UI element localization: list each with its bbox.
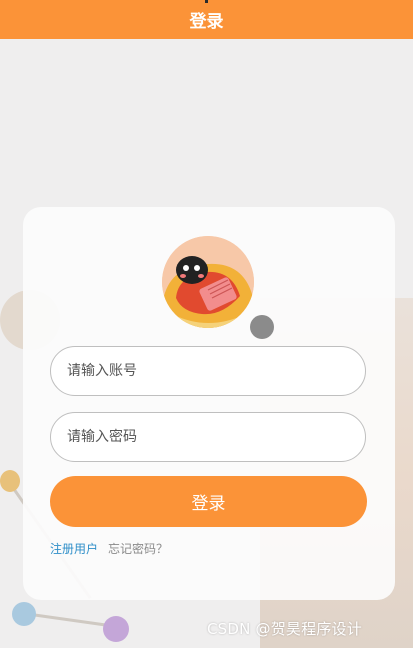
- password-input[interactable]: [51, 413, 365, 461]
- watermark: CSDN @贺昊程序设计: [207, 620, 362, 638]
- background-decor-ball: [250, 315, 274, 339]
- forgot-password-link[interactable]: 忘记密码？: [108, 540, 168, 557]
- register-link[interactable]: 注册用户: [50, 540, 98, 557]
- login-button-label: 登录: [191, 494, 226, 514]
- account-input[interactable]: [51, 347, 365, 395]
- login-button[interactable]: 登录: [50, 476, 367, 527]
- page-title: 登录: [189, 12, 224, 32]
- auth-links: 注册用户 忘记密码？: [50, 538, 168, 558]
- background-decor-ball: [12, 602, 36, 626]
- account-field[interactable]: [50, 346, 366, 396]
- cartoon-reading-character-icon: [162, 236, 254, 328]
- top-header-bar: 登录: [0, 0, 413, 39]
- background-decor-ball: [103, 616, 129, 642]
- header-marker: [205, 0, 208, 3]
- background-decor-ball: [0, 470, 20, 492]
- avatar: [162, 236, 254, 328]
- password-field[interactable]: [50, 412, 366, 462]
